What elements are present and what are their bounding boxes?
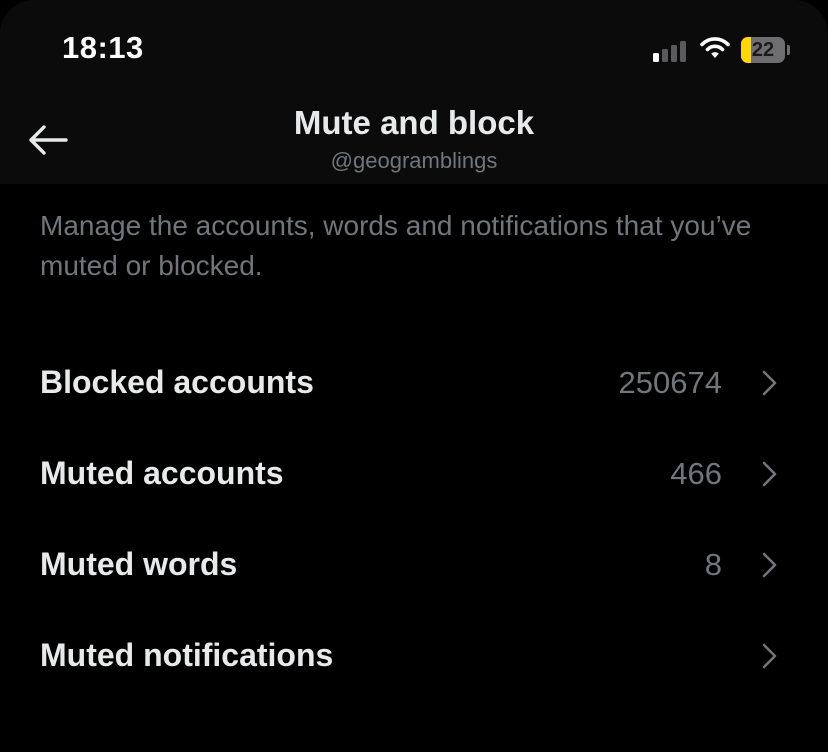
- battery-icon: 22: [741, 37, 790, 63]
- top-bar: 18:13 22 Mute and block @geogramblings: [0, 0, 828, 184]
- item-label: Muted notifications: [40, 637, 334, 673]
- status-time: 18:13: [62, 30, 144, 65]
- battery-percentage: 22: [751, 39, 775, 61]
- page-description: Manage the accounts, words and notificat…: [40, 210, 752, 281]
- chevron-right-icon: [762, 461, 777, 487]
- page-title: Mute and block: [293, 104, 535, 141]
- account-handle: @geogramblings: [330, 148, 498, 173]
- chevron-right-icon: [762, 552, 777, 578]
- settings-list: Blocked accounts 250674 Muted accounts 4…: [0, 337, 828, 701]
- wifi-icon: [700, 36, 730, 60]
- chevron-right-icon: [762, 643, 777, 669]
- muted-words-item[interactable]: Muted words 8: [0, 519, 828, 610]
- item-count: 8: [704, 547, 722, 582]
- muted-accounts-item[interactable]: Muted accounts 466: [0, 428, 828, 519]
- cellular-signal-icon: [653, 38, 689, 62]
- item-count: 250674: [618, 365, 722, 400]
- blocked-accounts-item[interactable]: Blocked accounts 250674: [0, 337, 828, 428]
- item-label: Muted accounts: [40, 455, 284, 491]
- item-label: Blocked accounts: [40, 364, 314, 400]
- battery-body: 22: [741, 37, 785, 63]
- mute-and-block-screen: 18:13 22 Mute and block @geogramblings M…: [0, 0, 828, 752]
- item-count: 466: [670, 456, 722, 491]
- chevron-right-icon: [762, 370, 777, 396]
- muted-notifications-item[interactable]: Muted notifications: [0, 610, 828, 701]
- item-label: Muted words: [40, 546, 238, 582]
- battery-nub: [787, 45, 790, 55]
